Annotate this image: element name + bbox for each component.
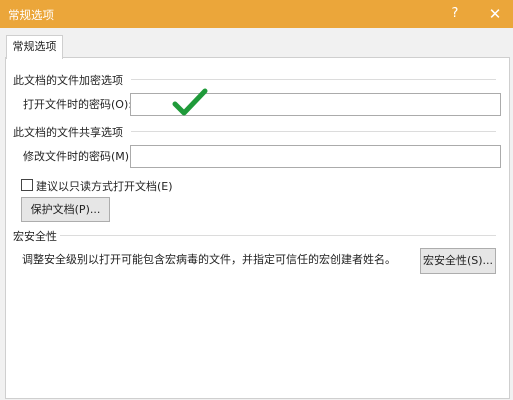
sharing-section-divider — [131, 131, 496, 132]
macro-security-button[interactable]: 宏安全性(S)... — [420, 248, 496, 274]
help-button[interactable]: ? — [437, 0, 473, 28]
modify-password-input[interactable] — [130, 145, 501, 168]
encryption-section-title: 此文档的文件加密选项 — [13, 74, 123, 87]
tab-general-options[interactable]: 常规选项 — [6, 35, 63, 59]
title-bar: 常规选项 ? ✕ — [0, 0, 513, 28]
close-button[interactable]: ✕ — [477, 0, 513, 28]
macro-section-title: 宏安全性 — [13, 230, 57, 243]
macro-description: 调整安全级别以打开可能包含宏病毒的文件，并指定可信任的宏创建者姓名。 — [22, 253, 396, 266]
open-password-label: 打开文件时的密码(O): — [23, 98, 132, 111]
encryption-section-divider — [131, 79, 496, 80]
macro-section-divider — [60, 235, 496, 236]
window-title: 常规选项 — [8, 8, 54, 22]
protect-document-button[interactable]: 保护文档(P)... — [21, 197, 110, 222]
sharing-section-title: 此文档的文件共享选项 — [13, 126, 123, 139]
check-mark-icon — [172, 88, 208, 116]
readonly-checkbox[interactable] — [21, 179, 33, 191]
readonly-checkbox-label[interactable]: 建议以只读方式打开文档(E) — [36, 178, 173, 194]
modify-password-label: 修改文件时的密码(M): — [23, 150, 133, 163]
